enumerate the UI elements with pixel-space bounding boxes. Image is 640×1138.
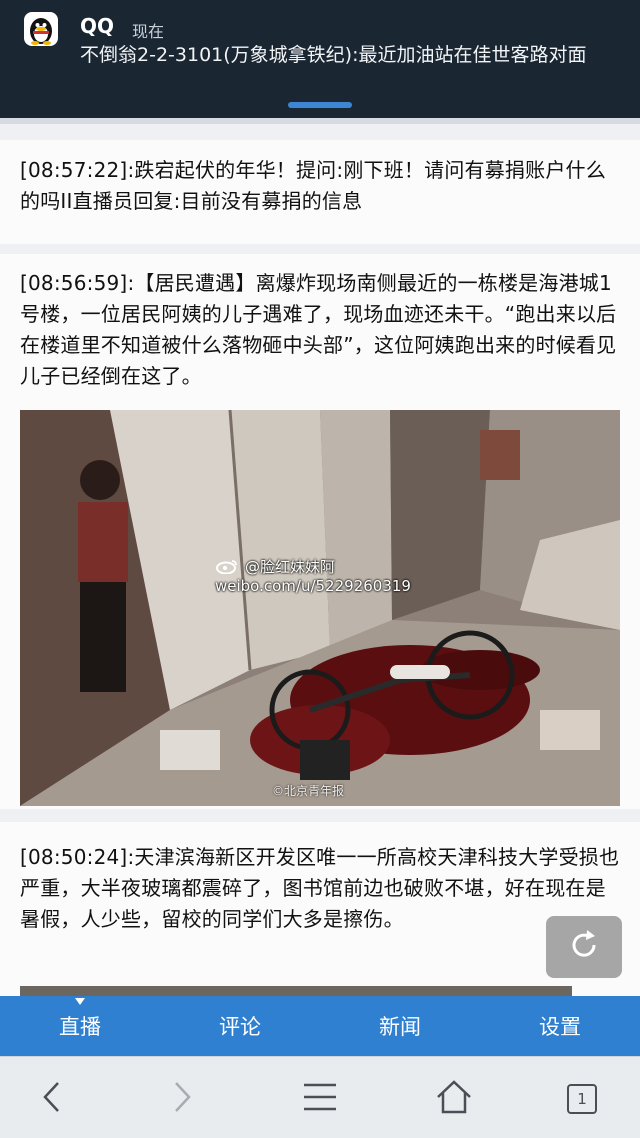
feed-item: [08:50:24]:天津滨海新区开发区唯一一所高校天津科技大学受损也严重，大半…: [0, 822, 640, 996]
tab-settings[interactable]: 设置: [480, 996, 640, 1056]
tab-count: 1: [577, 1090, 587, 1108]
feed-item: [08:57:22]:跌宕起伏的年华！提问:刚下班！请问有募捐账户什么的吗II直…: [0, 140, 640, 244]
tab-bar: 直播 评论 新闻 设置: [0, 996, 640, 1056]
photo-credit: ©北京青年报: [272, 784, 345, 798]
forward-icon: [170, 1080, 194, 1118]
notification-drag-handle[interactable]: [288, 102, 352, 108]
menu-icon: [303, 1082, 337, 1116]
notification-time: 现在: [132, 22, 165, 41]
refresh-icon: [565, 926, 603, 968]
feed-item-text: [08:50:24]:天津滨海新区开发区唯一一所高校天津科技大学受损也严重，大半…: [20, 842, 620, 935]
feed-item-text: [08:56:59]:【居民遭遇】离爆炸现场南侧最近的一栋楼是海港城1号楼，一位…: [20, 268, 620, 392]
menu-button[interactable]: [298, 1077, 342, 1121]
tab-comments[interactable]: 评论: [160, 996, 320, 1056]
news-photo[interactable]: @脸红妹妹阿 weibo.com/u/5229260319 ©北京青年报: [20, 410, 620, 806]
watermark-handle: @脸红妹妹阿: [245, 558, 336, 576]
feed-item: [08:56:59]:【居民遭遇】离爆炸现场南侧最近的一栋楼是海港城1号楼，一位…: [0, 254, 640, 809]
notification-app-name: QQ: [80, 14, 115, 38]
tab-label: 直播: [59, 1015, 101, 1039]
penguin-icon: [24, 12, 58, 46]
forward-button[interactable]: [160, 1077, 204, 1121]
home-icon: [436, 1080, 472, 1118]
tabs-icon: 1: [567, 1084, 597, 1114]
live-feed[interactable]: [08:57:22]:跌宕起伏的年华！提问:刚下班！请问有募捐账户什么的吗II直…: [0, 118, 640, 996]
weibo-icon: [215, 558, 239, 574]
tabs-button[interactable]: 1: [560, 1077, 604, 1121]
tab-label: 评论: [219, 1015, 261, 1039]
tab-news[interactable]: 新闻: [320, 996, 480, 1056]
tab-label: 设置: [539, 1015, 581, 1039]
feed-timestamp: [08:57:22]: [20, 158, 128, 182]
refresh-button[interactable]: [546, 916, 622, 978]
watermark-url: weibo.com/u/5229260319: [215, 577, 411, 595]
back-icon: [40, 1080, 64, 1118]
notification-message: 不倒翁2-2-3101(万象城拿铁纪):最近加油站在佳世客路对面: [80, 44, 587, 66]
back-button[interactable]: [30, 1077, 74, 1121]
active-tab-indicator: [75, 998, 85, 1005]
feed-item-text: [08:57:22]:跌宕起伏的年华！提问:刚下班！请问有募捐账户什么的吗II直…: [20, 155, 620, 217]
notification-banner[interactable]: QQ 现在 不倒翁2-2-3101(万象城拿铁纪):最近加油站在佳世客路对面: [0, 0, 640, 118]
feed-timestamp: [08:56:59]: [20, 271, 128, 295]
tab-label: 新闻: [379, 1015, 421, 1039]
home-button[interactable]: [432, 1077, 476, 1121]
divider: [0, 118, 640, 124]
next-photo-preview: [20, 986, 572, 996]
feed-timestamp: [08:50:24]: [20, 845, 128, 869]
browser-toolbar: 1: [0, 1056, 640, 1138]
photo-watermark: @脸红妹妹阿 weibo.com/u/5229260319: [215, 558, 411, 596]
tab-live[interactable]: 直播: [0, 996, 160, 1056]
